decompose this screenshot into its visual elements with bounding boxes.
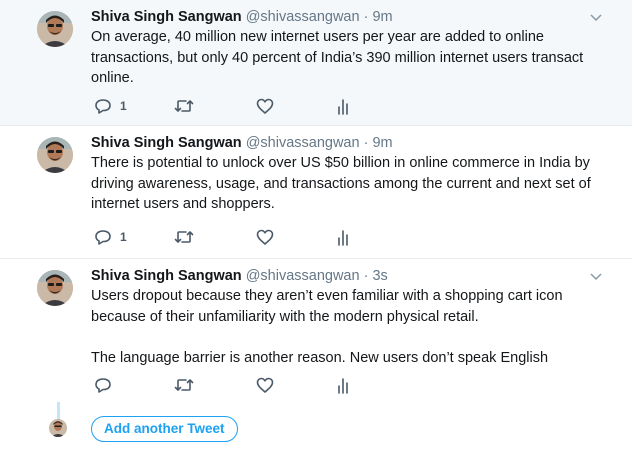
avatar[interactable] <box>37 11 73 47</box>
retweet-button[interactable] <box>174 96 194 116</box>
author-name[interactable]: Shiva Singh Sangwan <box>91 135 242 151</box>
reply-count: 1 <box>120 230 127 244</box>
reply-button[interactable]: 1 <box>94 227 127 247</box>
reply-button[interactable]: 1 <box>94 96 127 116</box>
tweet-header: Shiva Singh Sangwan @shivassangwan · 3s <box>91 267 388 285</box>
header-separator: · <box>359 9 373 25</box>
tweet-timestamp[interactable]: 3s <box>372 268 387 284</box>
tweet-timestamp[interactable]: 9m <box>372 135 392 151</box>
retweet-icon <box>174 376 194 394</box>
tweet-header: Shiva Singh Sangwan @shivassangwan · 9m <box>91 134 393 152</box>
analytics-button[interactable] <box>336 227 350 247</box>
chevron-down-icon[interactable] <box>588 9 604 25</box>
like-heart-icon <box>256 376 274 394</box>
like-button[interactable] <box>256 96 274 116</box>
retweet-icon <box>174 228 194 246</box>
header-separator: · <box>359 135 373 151</box>
tweet-timestamp[interactable]: 9m <box>372 9 392 25</box>
add-another-tweet-button[interactable]: Add another Tweet <box>91 416 238 442</box>
header-separator: · <box>359 268 373 284</box>
tweet-paragraph: The language barrier is another reason. … <box>91 350 549 366</box>
retweet-button[interactable] <box>174 227 194 247</box>
tweet-header: Shiva Singh Sangwan @shivassangwan · 9m <box>91 8 393 26</box>
tweet-item[interactable]: Shiva Singh Sangwan @shivassangwan · 3s … <box>0 259 632 402</box>
tweet-text: There is potential to unlock over US $50… <box>91 153 606 215</box>
author-handle[interactable]: @shivassangwan <box>246 268 360 284</box>
like-heart-icon <box>256 97 274 115</box>
tweet-item[interactable]: Shiva Singh Sangwan @shivassangwan · 9m … <box>0 0 632 126</box>
tweet-item[interactable]: Shiva Singh Sangwan @shivassangwan · 9m … <box>0 126 632 259</box>
analytics-button[interactable] <box>336 375 350 395</box>
retweet-icon <box>174 97 194 115</box>
tweet-paragraph: Users dropout because they aren’t even f… <box>91 288 563 325</box>
chevron-down-icon[interactable] <box>588 268 604 284</box>
reply-icon <box>94 376 112 394</box>
tweet-text: Users dropout because they aren’t even f… <box>91 286 606 369</box>
analytics-icon <box>336 97 350 115</box>
like-button[interactable] <box>256 375 274 395</box>
reply-count: 1 <box>120 99 127 113</box>
compose-avatar <box>49 419 67 437</box>
avatar[interactable] <box>37 137 73 173</box>
avatar[interactable] <box>37 270 73 306</box>
tweet-text: On average, 40 million new internet user… <box>91 27 606 89</box>
retweet-button[interactable] <box>174 375 194 395</box>
reply-icon <box>94 228 112 246</box>
analytics-icon <box>336 376 350 394</box>
reply-button[interactable] <box>94 375 112 395</box>
analytics-button[interactable] <box>336 96 350 116</box>
like-heart-icon <box>256 228 274 246</box>
like-button[interactable] <box>256 227 274 247</box>
analytics-icon <box>336 228 350 246</box>
tweet-paragraph: There is potential to unlock over US $50… <box>91 155 591 212</box>
author-handle[interactable]: @shivassangwan <box>246 9 360 25</box>
author-name[interactable]: Shiva Singh Sangwan <box>91 9 242 25</box>
tweet-paragraph: On average, 40 million new internet user… <box>91 29 584 86</box>
author-handle[interactable]: @shivassangwan <box>246 135 360 151</box>
author-name[interactable]: Shiva Singh Sangwan <box>91 268 242 284</box>
reply-icon <box>94 97 112 115</box>
